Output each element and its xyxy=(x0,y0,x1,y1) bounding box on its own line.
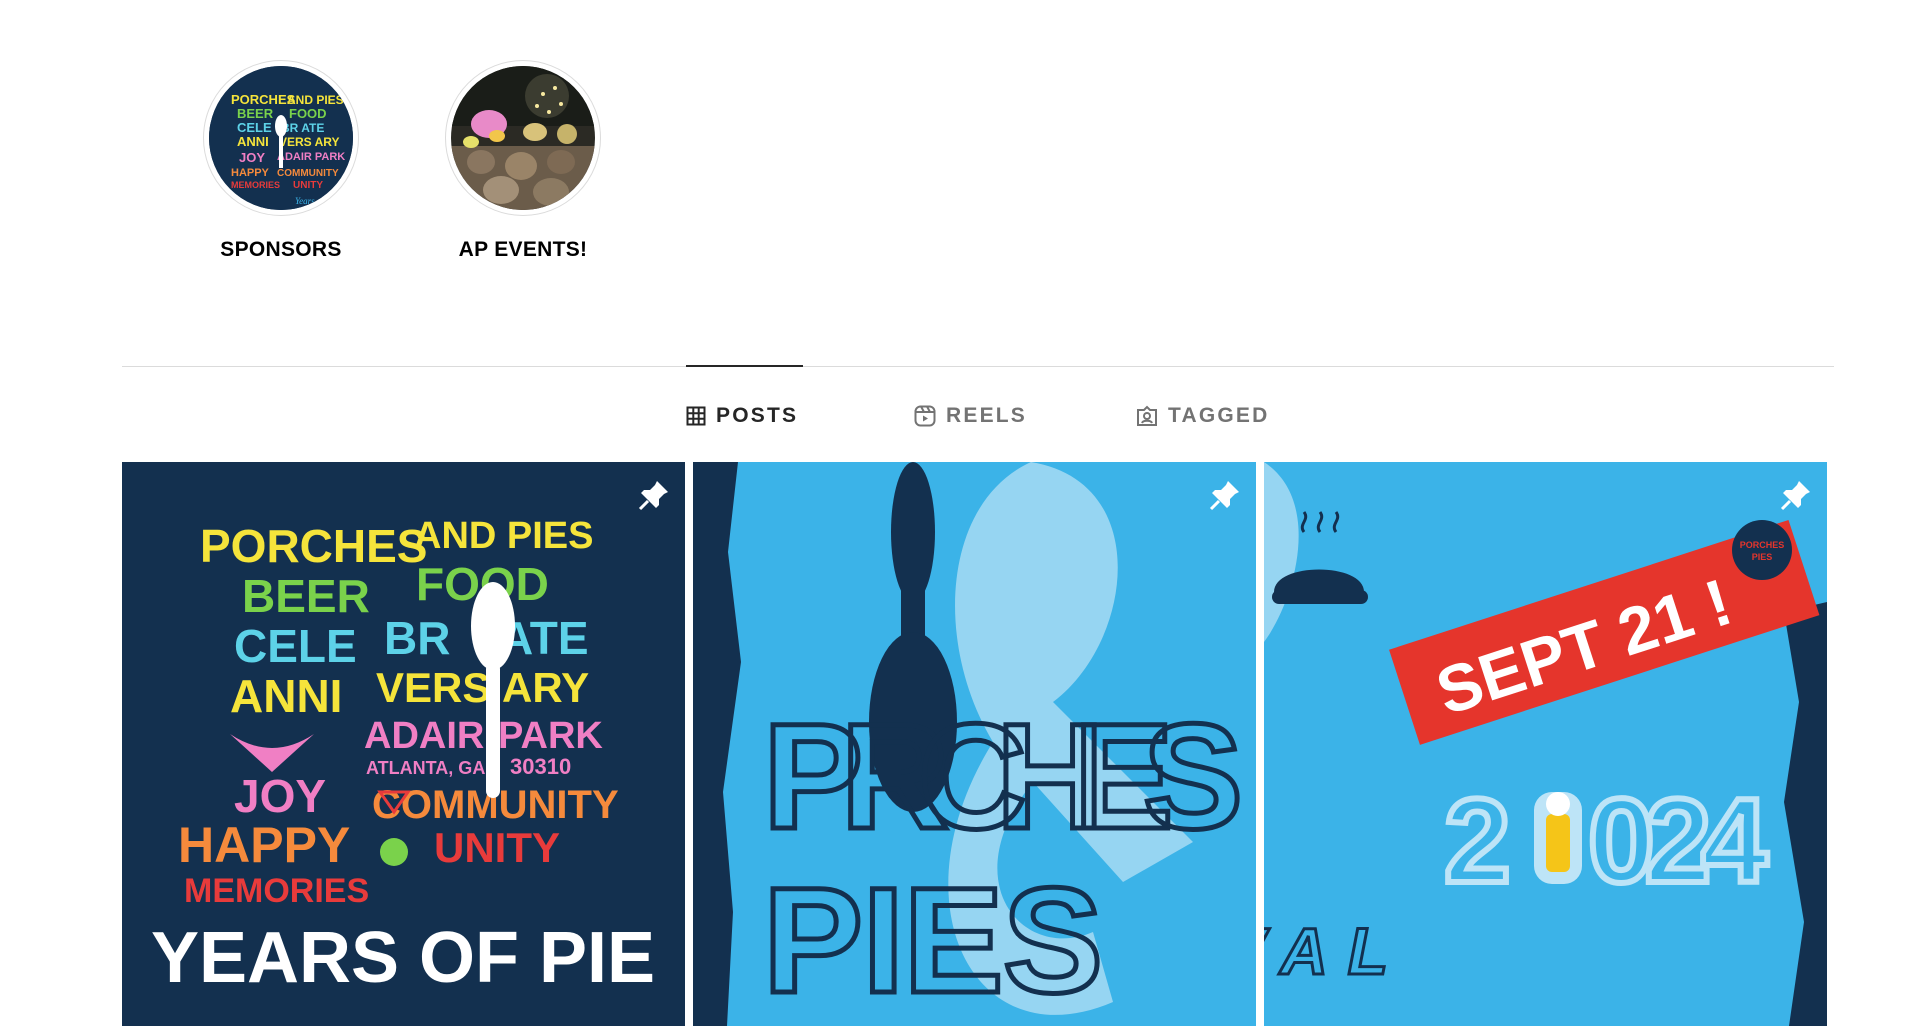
post-tile[interactable]: P RCHES PIES xyxy=(693,462,1256,1026)
art-year: 2 xyxy=(1444,774,1511,908)
art-word: MEMORIES xyxy=(184,872,369,910)
pin-icon xyxy=(637,478,671,512)
svg-text:HAPPY: HAPPY xyxy=(231,167,270,179)
active-tab-indicator xyxy=(686,365,803,367)
tab-tagged[interactable]: TAGGED xyxy=(1136,404,1269,428)
art-word: PARK xyxy=(498,715,603,757)
highlight-label: SPONSORS xyxy=(220,238,342,261)
highlight-cover-image: PORCHES BEER CELE ANNI JOY HAPPY MEMORIE… xyxy=(209,66,353,210)
reels-icon xyxy=(914,405,936,427)
svg-text:VERS ARY: VERS ARY xyxy=(279,135,339,149)
post-artwork: SEPT 21 ! PORCHES PIES 2 024 FESTIVAL xyxy=(1264,462,1827,1026)
post-tile[interactable]: PORCHES BEER CELE ANNI JOY HAPPY MEMORIE… xyxy=(122,462,685,1026)
pin-icon xyxy=(1779,478,1813,512)
art-word: VERS xyxy=(376,664,490,711)
svg-text:ANNI: ANNI xyxy=(237,134,269,149)
art-year: 024 xyxy=(1588,774,1768,908)
svg-text:PORCHES: PORCHES xyxy=(231,92,296,107)
highlight-cover-image xyxy=(451,66,595,210)
art-word: JOY xyxy=(234,770,326,822)
highlight-ap-events[interactable]: AP EVENTS! xyxy=(443,60,603,262)
art-word: ARY xyxy=(502,664,589,711)
svg-text:MEMORIES: MEMORIES xyxy=(231,180,280,190)
svg-text:ADAIR PARK: ADAIR PARK xyxy=(277,151,345,163)
art-badge: PIES xyxy=(1752,552,1773,562)
profile-tabs-divider xyxy=(122,366,1834,367)
art-title: YEARS OF PIE xyxy=(151,918,655,998)
post-artwork: P RCHES PIES xyxy=(693,462,1256,1026)
art-word: 30310 xyxy=(510,754,571,779)
svg-text:UNITY: UNITY xyxy=(293,180,323,191)
tagged-icon xyxy=(1136,405,1158,427)
post-tile[interactable]: SEPT 21 ! PORCHES PIES 2 024 FESTIVAL xyxy=(1264,462,1827,1026)
tab-posts[interactable]: POSTS xyxy=(686,404,798,428)
svg-text:COMMUNITY: COMMUNITY xyxy=(277,168,339,179)
art-title: PIES xyxy=(763,856,1103,1024)
svg-text:FOOD: FOOD xyxy=(289,106,327,121)
tab-label: TAGGED xyxy=(1168,404,1270,427)
svg-text:BEER: BEER xyxy=(237,106,274,121)
tab-reels[interactable]: REELS xyxy=(914,404,1027,428)
tab-label: POSTS xyxy=(716,404,799,427)
svg-text:CELE: CELE xyxy=(237,120,272,135)
art-title: P RCHES xyxy=(763,692,1243,860)
highlight-cover-ring[interactable] xyxy=(445,60,601,216)
svg-text:Years of pie: Years of pie xyxy=(295,196,337,206)
art-word: AND PIES xyxy=(414,515,593,557)
art-word: HAPPY xyxy=(178,817,350,873)
art-badge: PORCHES xyxy=(1740,540,1785,550)
art-word: ADAIR xyxy=(364,715,484,757)
svg-text:JOY: JOY xyxy=(239,150,265,165)
pin-icon xyxy=(1208,478,1242,512)
art-word: BEER xyxy=(242,570,370,622)
post-artwork: PORCHES BEER CELE ANNI JOY HAPPY MEMORIE… xyxy=(122,462,685,1026)
highlight-label: AP EVENTS! xyxy=(458,238,588,261)
highlight-cover-ring[interactable]: PORCHES BEER CELE ANNI JOY HAPPY MEMORIE… xyxy=(203,60,359,216)
art-word: UNITY xyxy=(434,824,560,871)
svg-text:BR ATE: BR ATE xyxy=(281,121,324,135)
grid-icon xyxy=(686,406,706,426)
art-word: ANNI xyxy=(230,670,342,722)
art-festival: FESTIVAL xyxy=(1264,914,1408,988)
svg-text:AND PIES: AND PIES xyxy=(287,93,344,107)
profile-tabs: POSTS REELS TAGGED xyxy=(0,396,1920,436)
art-word: CELE xyxy=(234,620,357,672)
highlight-sponsors[interactable]: PORCHES BEER CELE ANNI JOY HAPPY MEMORIE… xyxy=(201,60,361,262)
art-word: PORCHES xyxy=(200,520,427,572)
art-word: ATLANTA, GA xyxy=(366,758,485,778)
tab-label: REELS xyxy=(946,404,1028,427)
art-word: BR xyxy=(384,612,450,664)
